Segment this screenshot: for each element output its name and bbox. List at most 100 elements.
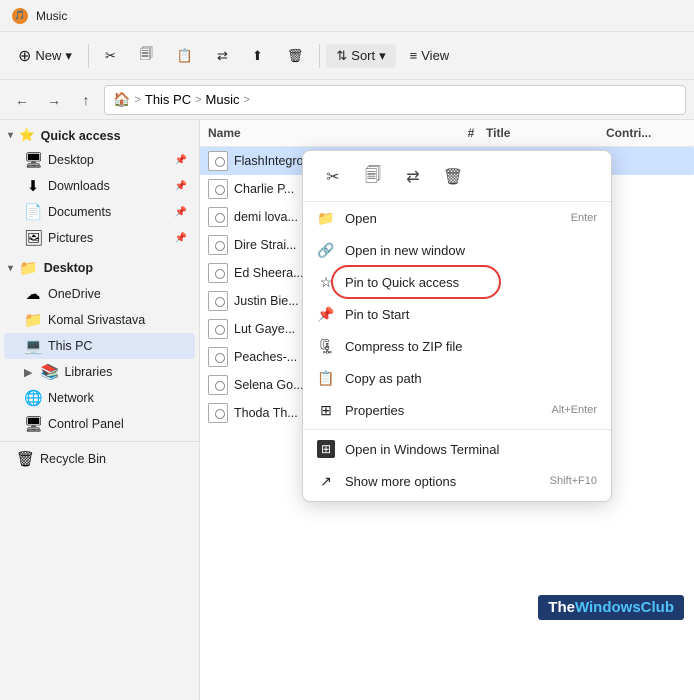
cm-open-new-window-icon: 🔗 <box>317 241 335 259</box>
pin-icon-2: 📌 <box>175 181 187 192</box>
cm-properties-item[interactable]: ⊞ Properties Alt+Enter <box>303 394 611 426</box>
cm-copy-button[interactable]: 🗐 <box>355 161 391 193</box>
toolbar: ⊕ New ▾ ✂ 🗐 📋 ⇄ ⬆ 🗑 ⇅ Sort ▾ ≡ View <box>0 32 694 80</box>
music-file-icon <box>208 235 228 255</box>
sort-icon: ⇅ <box>336 48 347 64</box>
title-bar: 🎵 Music <box>0 0 694 32</box>
sidebar-bottom: 🗑 Recycle Bin <box>0 441 199 472</box>
window-title: Music <box>36 9 67 23</box>
col-num-header: # <box>456 126 486 140</box>
app-icon: 🎵 <box>12 8 28 24</box>
music-file-icon <box>208 179 228 199</box>
pictures-icon: 🖼 <box>24 229 42 247</box>
sidebar-item-libraries[interactable]: ▶ 📚 Libraries <box>4 359 195 385</box>
view-button[interactable]: ≡ View <box>400 44 460 67</box>
copy-icon: 🗐 <box>140 45 153 67</box>
breadcrumb-sep-2: > <box>195 94 201 106</box>
breadcrumb-sep-1: > <box>134 94 140 106</box>
sidebar: ▾ ⭐ Quick access 🖥 Desktop 📌 ⬇ Downloads… <box>0 120 200 700</box>
cut-button[interactable]: ✂ <box>95 44 126 68</box>
cm-open-icon: 📁 <box>317 209 335 227</box>
paste-icon: 📋 <box>177 48 193 64</box>
music-file-icon <box>208 151 228 171</box>
sidebar-item-desktop[interactable]: 🖥 Desktop 📌 <box>4 147 195 173</box>
cm-pin-start-label: Pin to Start <box>345 307 597 322</box>
breadcrumb-music[interactable]: Music <box>206 92 240 107</box>
back-icon: ← <box>15 92 29 108</box>
sidebar-item-pictures[interactable]: 🖼 Pictures 📌 <box>4 225 195 251</box>
sidebar-item-komal[interactable]: 📁 Komal Srivastava <box>4 307 195 333</box>
cm-terminal-item[interactable]: ⊞ Open in Windows Terminal <box>303 433 611 465</box>
desktop-folder-icon: 📁 <box>19 259 38 277</box>
sort-button[interactable]: ⇅ Sort ▾ <box>326 44 395 68</box>
cm-separator <box>303 429 611 430</box>
music-file-icon <box>208 207 228 227</box>
breadcrumb-home-icon: 🏠 <box>113 91 130 108</box>
back-button[interactable]: ← <box>8 86 36 114</box>
user-folder-icon: 📁 <box>24 311 42 329</box>
chevron-right-icon: ▶ <box>24 366 32 379</box>
cm-cut-button[interactable]: ✂ <box>315 161 351 193</box>
music-file-icon <box>208 291 228 311</box>
cm-more-options-label: Show more options <box>345 474 540 489</box>
cm-copy-path-item[interactable]: 📋 Copy as path <box>303 362 611 394</box>
sidebar-item-documents[interactable]: 📄 Documents 📌 <box>4 199 195 225</box>
cm-pin-quickaccess-icon: ☆ <box>317 273 335 291</box>
cm-more-options-item[interactable]: ↗ Show more options Shift+F10 <box>303 465 611 497</box>
watermark: TheWindowsClub <box>538 595 684 620</box>
quick-access-header[interactable]: ▾ ⭐ Quick access <box>0 124 199 147</box>
delete-button[interactable]: 🗑 <box>277 44 314 68</box>
nav-bar: ← → ↑ 🏠 > This PC > Music > <box>0 80 694 120</box>
cm-properties-shortcut: Alt+Enter <box>551 404 597 416</box>
thispc-icon: 💻 <box>24 337 42 355</box>
cm-compress-label: Compress to ZIP file <box>345 339 597 354</box>
recyclebin-icon: 🗑 <box>16 450 34 468</box>
pin-icon-4: 📌 <box>175 233 187 244</box>
cut-icon: ✂ <box>105 48 116 64</box>
libraries-icon: 📚 <box>40 363 58 381</box>
network-icon: 🌐 <box>24 389 42 407</box>
chevron-down-icon-2: ▾ <box>8 263 13 274</box>
new-button[interactable]: ⊕ New ▾ <box>8 42 82 70</box>
share-button[interactable]: ⬆ <box>242 44 273 68</box>
rename-button[interactable]: ⇄ <box>207 44 238 68</box>
main-layout: ▾ ⭐ Quick access 🖥 Desktop 📌 ⬇ Downloads… <box>0 120 694 700</box>
cm-open-item[interactable]: 📁 Open Enter <box>303 202 611 234</box>
cm-pin-quickaccess-item[interactable]: ☆ Pin to Quick access <box>303 266 611 298</box>
sidebar-item-thispc[interactable]: 💻 This PC <box>4 333 195 359</box>
breadcrumb[interactable]: 🏠 > This PC > Music > <box>104 85 686 115</box>
cm-properties-icon: ⊞ <box>317 401 335 419</box>
cm-cut-icon: ✂ <box>326 167 339 187</box>
cm-open-new-window-item[interactable]: 🔗 Open in new window <box>303 234 611 266</box>
sidebar-item-onedrive[interactable]: ☁ OneDrive <box>4 281 195 307</box>
cm-delete-button[interactable]: 🗑 <box>435 161 471 193</box>
sidebar-item-controlpanel[interactable]: 🖥 Control Panel <box>4 411 195 437</box>
quick-access-icon: ⭐ <box>19 128 35 143</box>
cm-terminal-icon: ⊞ <box>317 440 335 458</box>
cm-copy-path-label: Copy as path <box>345 371 597 386</box>
documents-icon: 📄 <box>24 203 42 221</box>
toolbar-separator-2 <box>319 44 320 68</box>
cm-pin-start-item[interactable]: 📌 Pin to Start <box>303 298 611 330</box>
music-file-icon <box>208 263 228 283</box>
music-file-icon <box>208 375 228 395</box>
col-title-header: Title <box>486 126 606 140</box>
sidebar-item-network[interactable]: 🌐 Network <box>4 385 195 411</box>
forward-button[interactable]: → <box>40 86 68 114</box>
pin-icon: 📌 <box>175 155 187 166</box>
breadcrumb-thispc[interactable]: This PC <box>145 92 191 107</box>
desktop-section-header[interactable]: ▾ 📁 Desktop <box>0 255 199 281</box>
cm-terminal-label: Open in Windows Terminal <box>345 442 597 457</box>
sidebar-item-recyclebin[interactable]: 🗑 Recycle Bin <box>4 446 195 472</box>
up-button[interactable]: ↑ <box>72 86 100 114</box>
sidebar-item-downloads[interactable]: ⬇ Downloads 📌 <box>4 173 195 199</box>
cm-open-new-window-label: Open in new window <box>345 243 597 258</box>
cm-copy-path-icon: 📋 <box>317 369 335 387</box>
cm-compress-item[interactable]: 🗜 Compress to ZIP file <box>303 330 611 362</box>
cm-rename-button[interactable]: ⇄ <box>395 161 431 193</box>
copy-button[interactable]: 🗐 <box>130 41 163 71</box>
pin-icon-3: 📌 <box>175 207 187 218</box>
up-icon: ↑ <box>83 92 90 108</box>
paste-button[interactable]: 📋 <box>167 44 203 68</box>
view-icon: ≡ <box>410 48 418 63</box>
